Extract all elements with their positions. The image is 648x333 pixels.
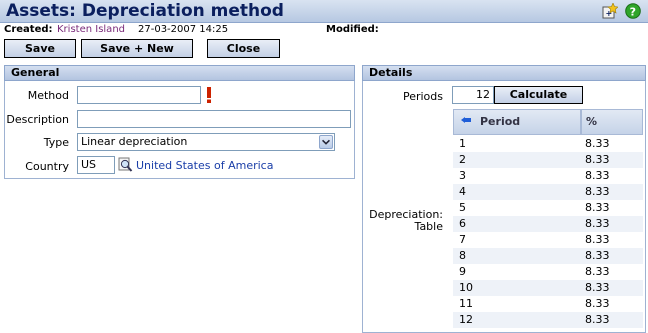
table-row: 8 8.33 (453, 248, 643, 264)
period-cell: 10 (459, 281, 473, 294)
table-row: 2 8.33 (453, 152, 643, 168)
type-select[interactable]: Linear depreciation (77, 133, 335, 151)
period-cell: 2 (459, 153, 466, 166)
table-row: 11 8.33 (453, 296, 643, 312)
country-code-input[interactable]: US (77, 156, 115, 174)
periods-input[interactable]: 12 (452, 86, 494, 104)
table-row: 1 8.33 (453, 136, 643, 152)
table-row: 5 8.33 (453, 200, 643, 216)
description-label: Description (6, 113, 69, 126)
percent-cell: 8.33 (585, 265, 610, 278)
table-row: 7 8.33 (453, 232, 643, 248)
svg-text:?: ? (630, 5, 636, 18)
column-header-percent[interactable]: % (581, 109, 643, 135)
column-header-percent-label: % (586, 115, 598, 128)
period-cell: 6 (459, 217, 466, 230)
method-label: Method (27, 89, 69, 102)
percent-cell: 8.33 (585, 169, 610, 182)
created-date: 27-03-2007 14:25 (138, 24, 229, 35)
percent-cell: 8.33 (585, 153, 610, 166)
table-row: 12 8.33 (453, 312, 643, 328)
created-label: Created: (4, 24, 53, 35)
period-cell: 5 (459, 201, 466, 214)
period-cell: 9 (459, 265, 466, 278)
help-icon[interactable]: ? (625, 3, 641, 19)
table-row: 10 8.33 (453, 280, 643, 296)
country-label: Country (25, 160, 69, 173)
calculate-button[interactable]: Calculate (494, 86, 583, 104)
close-button[interactable]: Close (207, 39, 280, 58)
percent-cell: 8.33 (585, 313, 610, 326)
description-input[interactable] (77, 110, 351, 128)
column-header-period-label: Period (480, 115, 521, 128)
percent-cell: 8.33 (585, 185, 610, 198)
percent-cell: 8.33 (585, 297, 610, 310)
percent-cell: 8.33 (585, 201, 610, 214)
page-title: Assets: Depreciation method (6, 1, 284, 21)
created-by-link[interactable]: Kristen Island (57, 24, 125, 35)
svg-text:+: + (606, 9, 613, 18)
dropdown-arrow-icon[interactable] (319, 135, 333, 149)
type-label: Type (43, 136, 69, 149)
record-info: Created: Kristen Island 27-03-2007 14:25… (0, 23, 648, 37)
period-cell: 3 (459, 169, 466, 182)
percent-cell: 8.33 (585, 249, 610, 262)
type-select-value: Linear depreciation (81, 135, 188, 148)
table-row: 4 8.33 (453, 184, 643, 200)
period-cell: 4 (459, 185, 466, 198)
percent-cell: 8.33 (585, 217, 610, 230)
period-cell: 11 (459, 297, 473, 310)
table-row: 6 8.33 (453, 216, 643, 232)
period-cell: 8 (459, 249, 466, 262)
country-name-link[interactable]: United States of America (136, 159, 273, 172)
general-section-header: General (4, 65, 355, 81)
period-cell: 12 (459, 313, 473, 326)
save-button[interactable]: Save (4, 39, 76, 58)
modified-label: Modified: (326, 24, 379, 35)
percent-cell: 8.33 (585, 137, 610, 150)
method-input[interactable] (77, 86, 201, 104)
period-cell: 1 (459, 137, 466, 150)
column-header-period[interactable]: Period (453, 109, 581, 135)
period-cell: 7 (459, 233, 466, 246)
depreciation-table-label-line2: Table (414, 220, 443, 233)
required-icon (207, 87, 211, 103)
add-favorite-icon[interactable]: + (602, 3, 618, 19)
periods-label: Periods (402, 90, 443, 103)
details-section-header: Details (362, 65, 646, 81)
table-row: 3 8.33 (453, 168, 643, 184)
table-row: 9 8.33 (453, 264, 643, 280)
percent-cell: 8.33 (585, 233, 610, 246)
percent-cell: 8.33 (585, 281, 610, 294)
title-bar: Assets: Depreciation method + ? (0, 0, 648, 23)
save-new-button[interactable]: Save + New (81, 39, 193, 58)
search-icon[interactable] (118, 157, 133, 173)
sort-icon[interactable] (461, 117, 471, 126)
